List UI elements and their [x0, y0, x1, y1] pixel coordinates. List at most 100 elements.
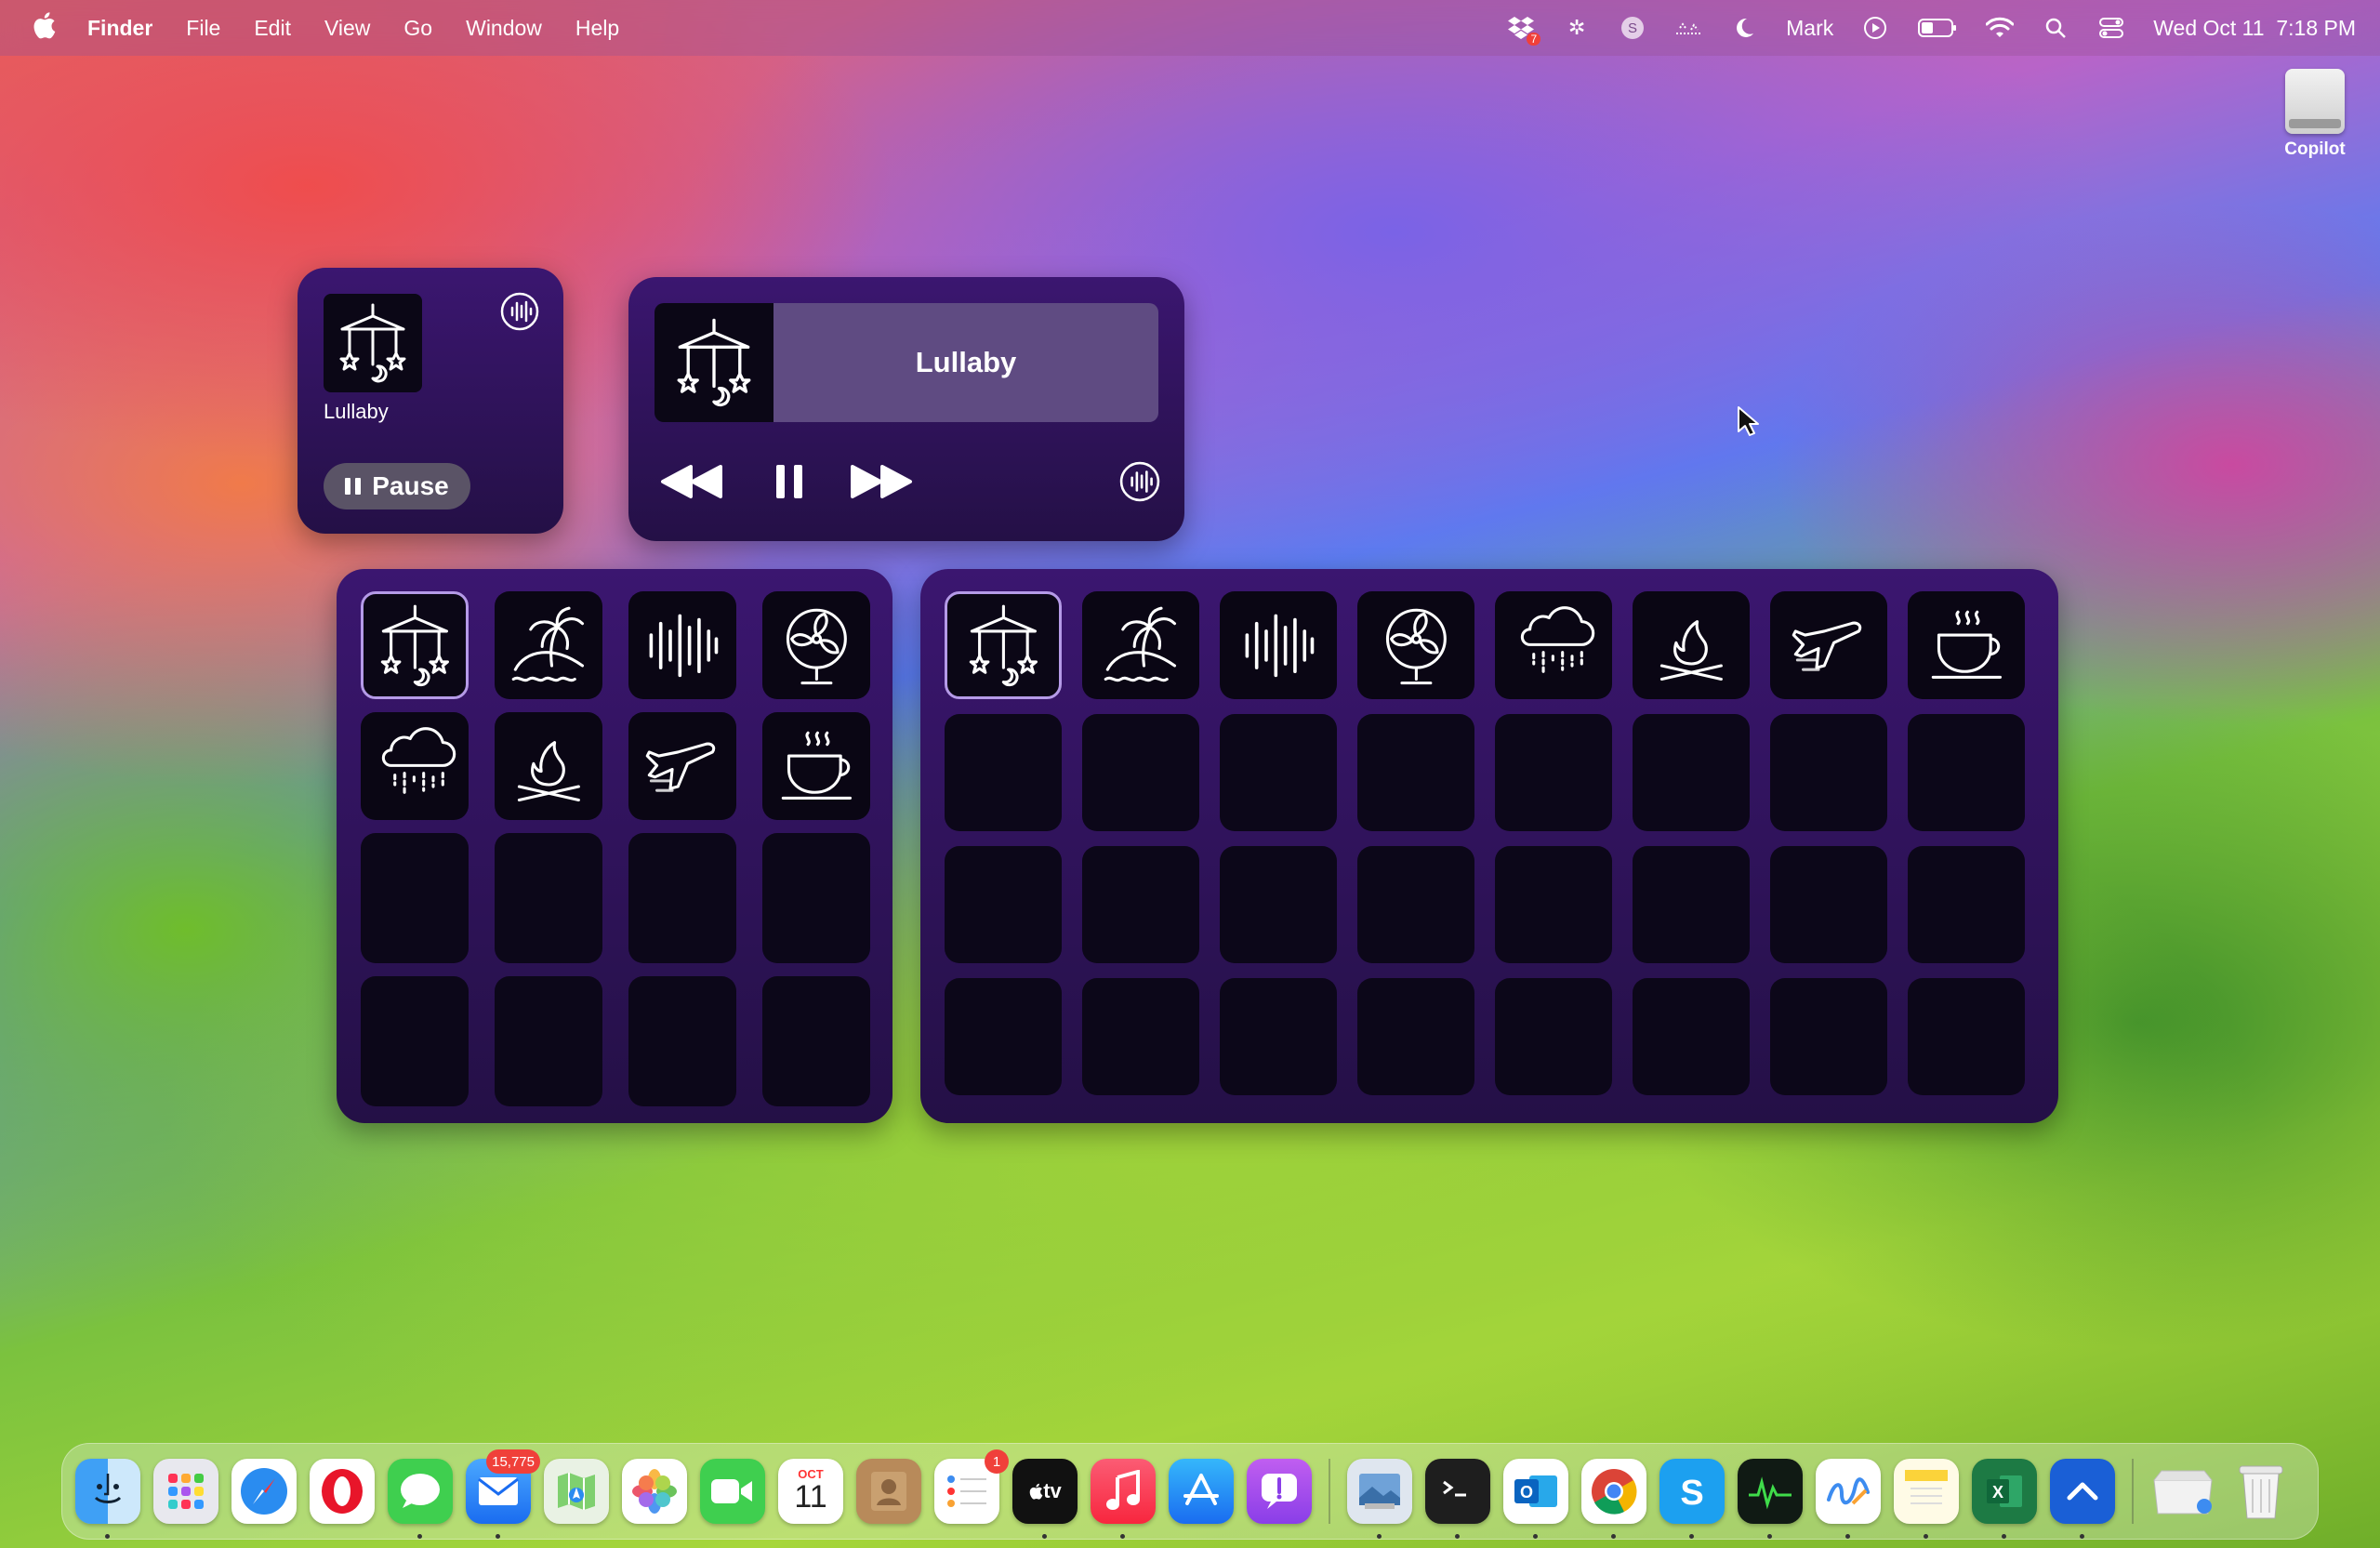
dropbox-icon[interactable]: 7 — [1507, 14, 1541, 46]
trash-icon[interactable] — [2228, 1459, 2294, 1524]
reminders-icon[interactable]: 1 — [934, 1449, 1009, 1524]
terminal-icon[interactable] — [1425, 1459, 1490, 1539]
menu-window[interactable]: Window — [466, 16, 542, 41]
safari-icon[interactable] — [231, 1459, 297, 1524]
empty-slot[interactable] — [1495, 846, 1612, 963]
sound-tile-campfire[interactable] — [1633, 591, 1750, 699]
sound-tile-coffee-shop[interactable] — [762, 712, 870, 820]
menu-file[interactable]: File — [186, 16, 220, 41]
sound-tile-fan[interactable] — [1357, 591, 1474, 699]
control-center-icon[interactable] — [2097, 14, 2125, 42]
downloads-folder-icon[interactable] — [2150, 1459, 2215, 1524]
opera-icon[interactable] — [310, 1459, 375, 1524]
empty-slot[interactable] — [945, 846, 1062, 963]
calendar-icon[interactable]: OCT 11 — [778, 1459, 843, 1524]
empty-slot[interactable] — [1908, 978, 2025, 1095]
empty-slot[interactable] — [361, 833, 469, 963]
chrome-icon[interactable] — [1581, 1459, 1646, 1539]
menu-help[interactable]: Help — [575, 16, 619, 41]
sound-tile-white-noise[interactable] — [1220, 591, 1337, 699]
sound-tile-island[interactable] — [495, 591, 602, 699]
app-store-icon[interactable] — [1169, 1459, 1234, 1524]
empty-slot[interactable] — [1633, 714, 1750, 831]
empty-slot[interactable] — [1082, 978, 1199, 1095]
weather-icon[interactable] — [1674, 14, 1702, 42]
skype-icon[interactable]: S — [1659, 1459, 1725, 1539]
skype-status-icon[interactable]: S — [1619, 14, 1646, 42]
photos-icon[interactable] — [622, 1459, 687, 1524]
sound-tile-lullaby[interactable] — [361, 591, 469, 699]
empty-slot[interactable] — [1220, 846, 1337, 963]
sound-tile-rain[interactable] — [361, 712, 469, 820]
empty-slot[interactable] — [1908, 714, 2025, 831]
wifi-icon[interactable] — [1986, 14, 2015, 42]
empty-slot[interactable] — [1770, 978, 1887, 1095]
messages-icon[interactable] — [388, 1459, 453, 1539]
empty-slot[interactable] — [361, 976, 469, 1106]
preview-icon[interactable] — [1347, 1459, 1412, 1539]
sound-tile-fan[interactable] — [762, 591, 870, 699]
moon-icon[interactable] — [1730, 14, 1758, 42]
empty-slot[interactable] — [1633, 846, 1750, 963]
empty-slot[interactable] — [628, 833, 736, 963]
sound-tile-island[interactable] — [1082, 591, 1199, 699]
menu-view[interactable]: View — [324, 16, 370, 41]
now-playing-medium-widget[interactable]: Lullaby — [628, 277, 1184, 541]
maps-icon[interactable] — [544, 1459, 609, 1524]
spotlight-search-icon[interactable] — [2042, 14, 2069, 42]
empty-slot[interactable] — [495, 976, 602, 1106]
feedback-assistant-icon[interactable] — [1247, 1459, 1312, 1524]
empty-slot[interactable] — [1357, 978, 1474, 1095]
empty-slot[interactable] — [1220, 714, 1337, 831]
empty-slot[interactable] — [1495, 978, 1612, 1095]
empty-slot[interactable] — [628, 976, 736, 1106]
fast-forward-button[interactable] — [848, 454, 915, 509]
empty-slot[interactable] — [1220, 978, 1337, 1095]
battery-icon[interactable] — [1917, 14, 1958, 42]
now-playing-small-widget[interactable]: Lullaby Pause — [298, 268, 563, 534]
sound-tile-airplane[interactable] — [1770, 591, 1887, 699]
music-icon[interactable] — [1091, 1459, 1156, 1539]
apple-tv-icon[interactable]: tv — [1012, 1459, 1078, 1539]
sleep-sounds-app-icon[interactable] — [2050, 1459, 2115, 1539]
empty-slot[interactable] — [1082, 714, 1199, 831]
mail-icon[interactable]: 15,775 — [466, 1449, 540, 1539]
empty-slot[interactable] — [945, 714, 1062, 831]
finder-icon[interactable] — [75, 1459, 140, 1539]
menu-go[interactable]: Go — [403, 16, 432, 41]
desktop-drive[interactable]: Copilot — [2268, 69, 2361, 160]
outlook-icon[interactable]: O — [1503, 1459, 1568, 1539]
play-circle-icon[interactable] — [1861, 14, 1889, 42]
menubar-clock[interactable]: Wed Oct 11 7:18 PM — [2153, 16, 2356, 41]
empty-slot[interactable] — [762, 976, 870, 1106]
excel-icon[interactable]: X — [1972, 1459, 2037, 1539]
empty-slot[interactable] — [945, 978, 1062, 1095]
play-pause-button[interactable] — [766, 454, 813, 509]
empty-slot[interactable] — [1357, 846, 1474, 963]
empty-slot[interactable] — [1633, 978, 1750, 1095]
sound-tile-rain[interactable] — [1495, 591, 1612, 699]
contacts-icon[interactable] — [856, 1459, 921, 1524]
sound-tile-white-noise[interactable] — [628, 591, 736, 699]
freeform-icon[interactable] — [1816, 1459, 1881, 1539]
empty-slot[interactable] — [762, 833, 870, 963]
sound-tile-coffee-shop[interactable] — [1908, 591, 2025, 699]
empty-slot[interactable] — [1082, 846, 1199, 963]
empty-slot[interactable] — [1908, 846, 2025, 963]
user-name[interactable]: Mark — [1786, 16, 1833, 41]
sounds-grid-widget-large[interactable] — [337, 569, 892, 1123]
facetime-icon[interactable] — [700, 1459, 765, 1524]
empty-slot[interactable] — [495, 833, 602, 963]
empty-slot[interactable] — [1770, 846, 1887, 963]
snowflake-icon[interactable]: ✲ — [1563, 14, 1591, 42]
empty-slot[interactable] — [1495, 714, 1612, 831]
sounds-grid-widget-extra-large[interactable] — [920, 569, 2058, 1123]
sound-tile-campfire[interactable] — [495, 712, 602, 820]
empty-slot[interactable] — [1357, 714, 1474, 831]
notes-icon[interactable] — [1894, 1459, 1959, 1539]
menu-edit[interactable]: Edit — [254, 16, 291, 41]
apple-menu-icon[interactable] — [32, 11, 87, 46]
sound-tile-airplane[interactable] — [628, 712, 736, 820]
pause-button[interactable]: Pause — [324, 463, 470, 509]
sound-tile-lullaby[interactable] — [945, 591, 1062, 699]
